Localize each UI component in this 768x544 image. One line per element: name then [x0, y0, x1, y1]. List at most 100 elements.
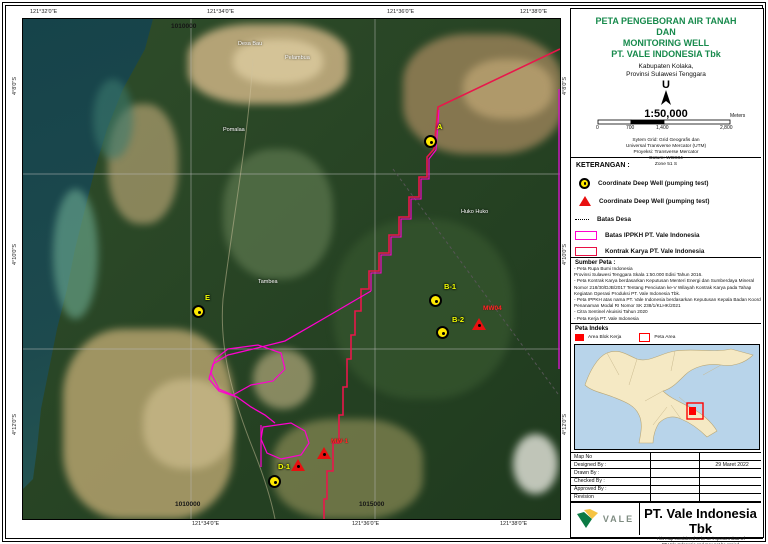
table-cell — [700, 478, 761, 486]
lat-tick: 4°12'0"S — [12, 413, 18, 435]
table-row-label: Drawn By : — [571, 469, 651, 478]
sulawesi-island — [584, 348, 754, 444]
legend-item-label: Coordinate Deep Well (pumping test) — [599, 197, 710, 205]
legend-item-label: Batas IPPKH PT. Vale Indonesia — [605, 231, 700, 239]
table-cell — [650, 453, 701, 462]
north-arrow-icon — [661, 90, 671, 105]
lon-tick: 121°38'0"E — [500, 521, 528, 527]
table-row-label: Revision — [571, 493, 651, 502]
source-line: Nomor 218/30/DJB/2017 Tentang Penciutan … — [574, 284, 752, 290]
batas-desa-line — [392, 168, 559, 395]
lon-tick: 121°36'0"E — [352, 521, 380, 527]
table-cell — [650, 477, 701, 486]
map-title: PETA PENGEBORAN AIR TANAH — [595, 16, 737, 26]
main-map[interactable]: 1010000 1010000 1015000 Desa Bau Pelambu… — [22, 18, 561, 520]
well-label-D1: D-1 — [278, 462, 291, 471]
table-cell — [650, 493, 701, 502]
grid-label-top: 1010000 — [171, 23, 197, 30]
map-subtitle: Kabupaten Kolaka, — [638, 63, 694, 70]
scalebar-tick: 1,400 — [656, 125, 669, 131]
vale-logo-text: VALE — [602, 514, 635, 524]
legend-section: KETERANGAN : Coordinate Deep Well (pumpi… — [571, 158, 761, 258]
table-row-label: Designed By : — [571, 461, 651, 470]
scalebar-unit: Meters — [730, 113, 746, 119]
yellow-well-icon — [579, 177, 590, 189]
table-cell — [650, 461, 701, 470]
legend-item: Batas IPPKH PT. Vale Indonesia — [575, 228, 700, 242]
place-label: Desa Bau — [238, 41, 263, 47]
title-section: PETA PENGEBORAN AIR TANAH DAN MONITORING… — [571, 9, 761, 167]
lon-tick: 121°36'0"E — [387, 9, 415, 15]
map-title: PT. VALE INDONESIA Tbk — [611, 49, 721, 59]
approval-table-section: Map No Designed By : 29 Maret 2022 Drawn … — [571, 453, 761, 503]
footer-section: VALE PT. Vale Indonesia Tbk This map con… — [571, 503, 761, 544]
place-label: Tambea — [258, 279, 278, 285]
legend-item: Batas Desa — [575, 212, 631, 226]
deep-well-marker-B2[interactable] — [436, 326, 449, 339]
table-row-label: Checked By : — [571, 477, 651, 486]
area-blok-kerja-icon — [575, 334, 584, 341]
legend-item-label: Kontrak Karya PT. Vale Indonesia — [605, 247, 705, 255]
grid-label-bottom-right: 1015000 — [359, 501, 385, 508]
index-map-legend: Area Blok Kerja Peta Area — [571, 332, 761, 343]
kontrak-karya-boundary — [323, 48, 560, 519]
well-label-B1: B-1 — [444, 282, 457, 291]
dotted-line-icon — [575, 218, 589, 220]
place-label: Pomalaa — [223, 127, 245, 133]
legend-item: Coordinate Deep Well (pumping test) — [579, 176, 708, 190]
red-well-icon — [579, 196, 591, 206]
deep-well-marker-D1[interactable] — [268, 475, 281, 488]
scale-bar: 0 700 1,400 2,800 Meters — [596, 113, 745, 131]
map-side-panel: PETA PENGEBORAN AIR TANAH DAN MONITORING… — [570, 8, 764, 544]
lat-tick: 4°8'0"S — [12, 76, 18, 95]
map-title: DAN — [656, 27, 676, 37]
well-label-MW04: MW04 — [483, 305, 502, 312]
sources-heading: Sumber Peta : — [575, 260, 616, 266]
index-map-section: Peta Indeks Area Blok Kerja Peta Area — [571, 324, 761, 453]
index-map-heading: Peta Indeks — [575, 326, 609, 332]
lon-tick: 121°34'0"E — [192, 521, 220, 527]
map-title: MONITORING WELL — [622, 38, 710, 48]
ippkh-polygon — [210, 344, 286, 396]
ippkh-boundary — [208, 290, 372, 424]
ippkh-polygon — [260, 422, 310, 460]
table-cell — [650, 469, 701, 478]
index-map-canvas[interactable] — [574, 344, 760, 450]
logo-box: VALE — [571, 503, 640, 535]
scalebar-tick: 700 — [626, 125, 635, 131]
index-legend-label: Area Blok Kerja — [588, 335, 622, 340]
source-line: - Peta Kontrak Karya berdasarkan Keputus… — [574, 278, 755, 284]
place-label: Pelambua — [285, 55, 310, 61]
deep-well-marker-E[interactable] — [192, 305, 205, 318]
map-subtitle: Provinsi Sulawesi Tenggara — [626, 71, 706, 78]
legend-heading: KETERANGAN : — [576, 162, 630, 169]
company-name: PT. Vale Indonesia Tbk — [644, 506, 757, 536]
deep-well-marker-A[interactable] — [424, 135, 437, 148]
lat-tick: 4°8'0"S — [562, 76, 568, 95]
lon-tick: 121°38'0"E — [520, 9, 548, 15]
source-line: - Peta Kerja PT. Vale Indonesia — [574, 315, 639, 321]
legend-item-label: Coordinate Deep Well (pumping test) — [598, 179, 709, 187]
grid-label-bottom-left: 1010000 — [175, 501, 201, 508]
place-label: Huko Huko — [461, 209, 489, 215]
legend-item: Coordinate Deep Well (pumping test) — [579, 194, 709, 208]
lat-tick: 4°12'0"S — [562, 413, 568, 435]
map-layout-page: 1010000 1010000 1015000 Desa Bau Pelambu… — [0, 0, 768, 544]
deep-well-marker-B1[interactable] — [429, 294, 442, 307]
ippkh-boundary-icon — [575, 230, 597, 240]
index-legend-label: Peta Area — [654, 335, 676, 340]
scalebar-tick: 0 — [596, 125, 599, 131]
well-label-A: A — [437, 122, 443, 131]
well-label-B2: B-2 — [452, 315, 465, 324]
table-cell — [700, 494, 761, 502]
table-cell — [650, 485, 701, 494]
well-label-E: E — [205, 293, 211, 302]
lat-tick: 4°10'0"S — [562, 243, 568, 265]
lat-tick: 4°10'0"S — [12, 243, 18, 265]
peta-area-icon — [639, 333, 651, 342]
table-row-label: Approved By : — [571, 485, 651, 494]
scalebar-tick: 2,800 — [720, 125, 733, 131]
table-cell — [700, 453, 761, 462]
legend-item: Kontrak Karya PT. Vale Indonesia — [575, 244, 704, 258]
legend-item-label: Batas Desa — [597, 215, 631, 223]
